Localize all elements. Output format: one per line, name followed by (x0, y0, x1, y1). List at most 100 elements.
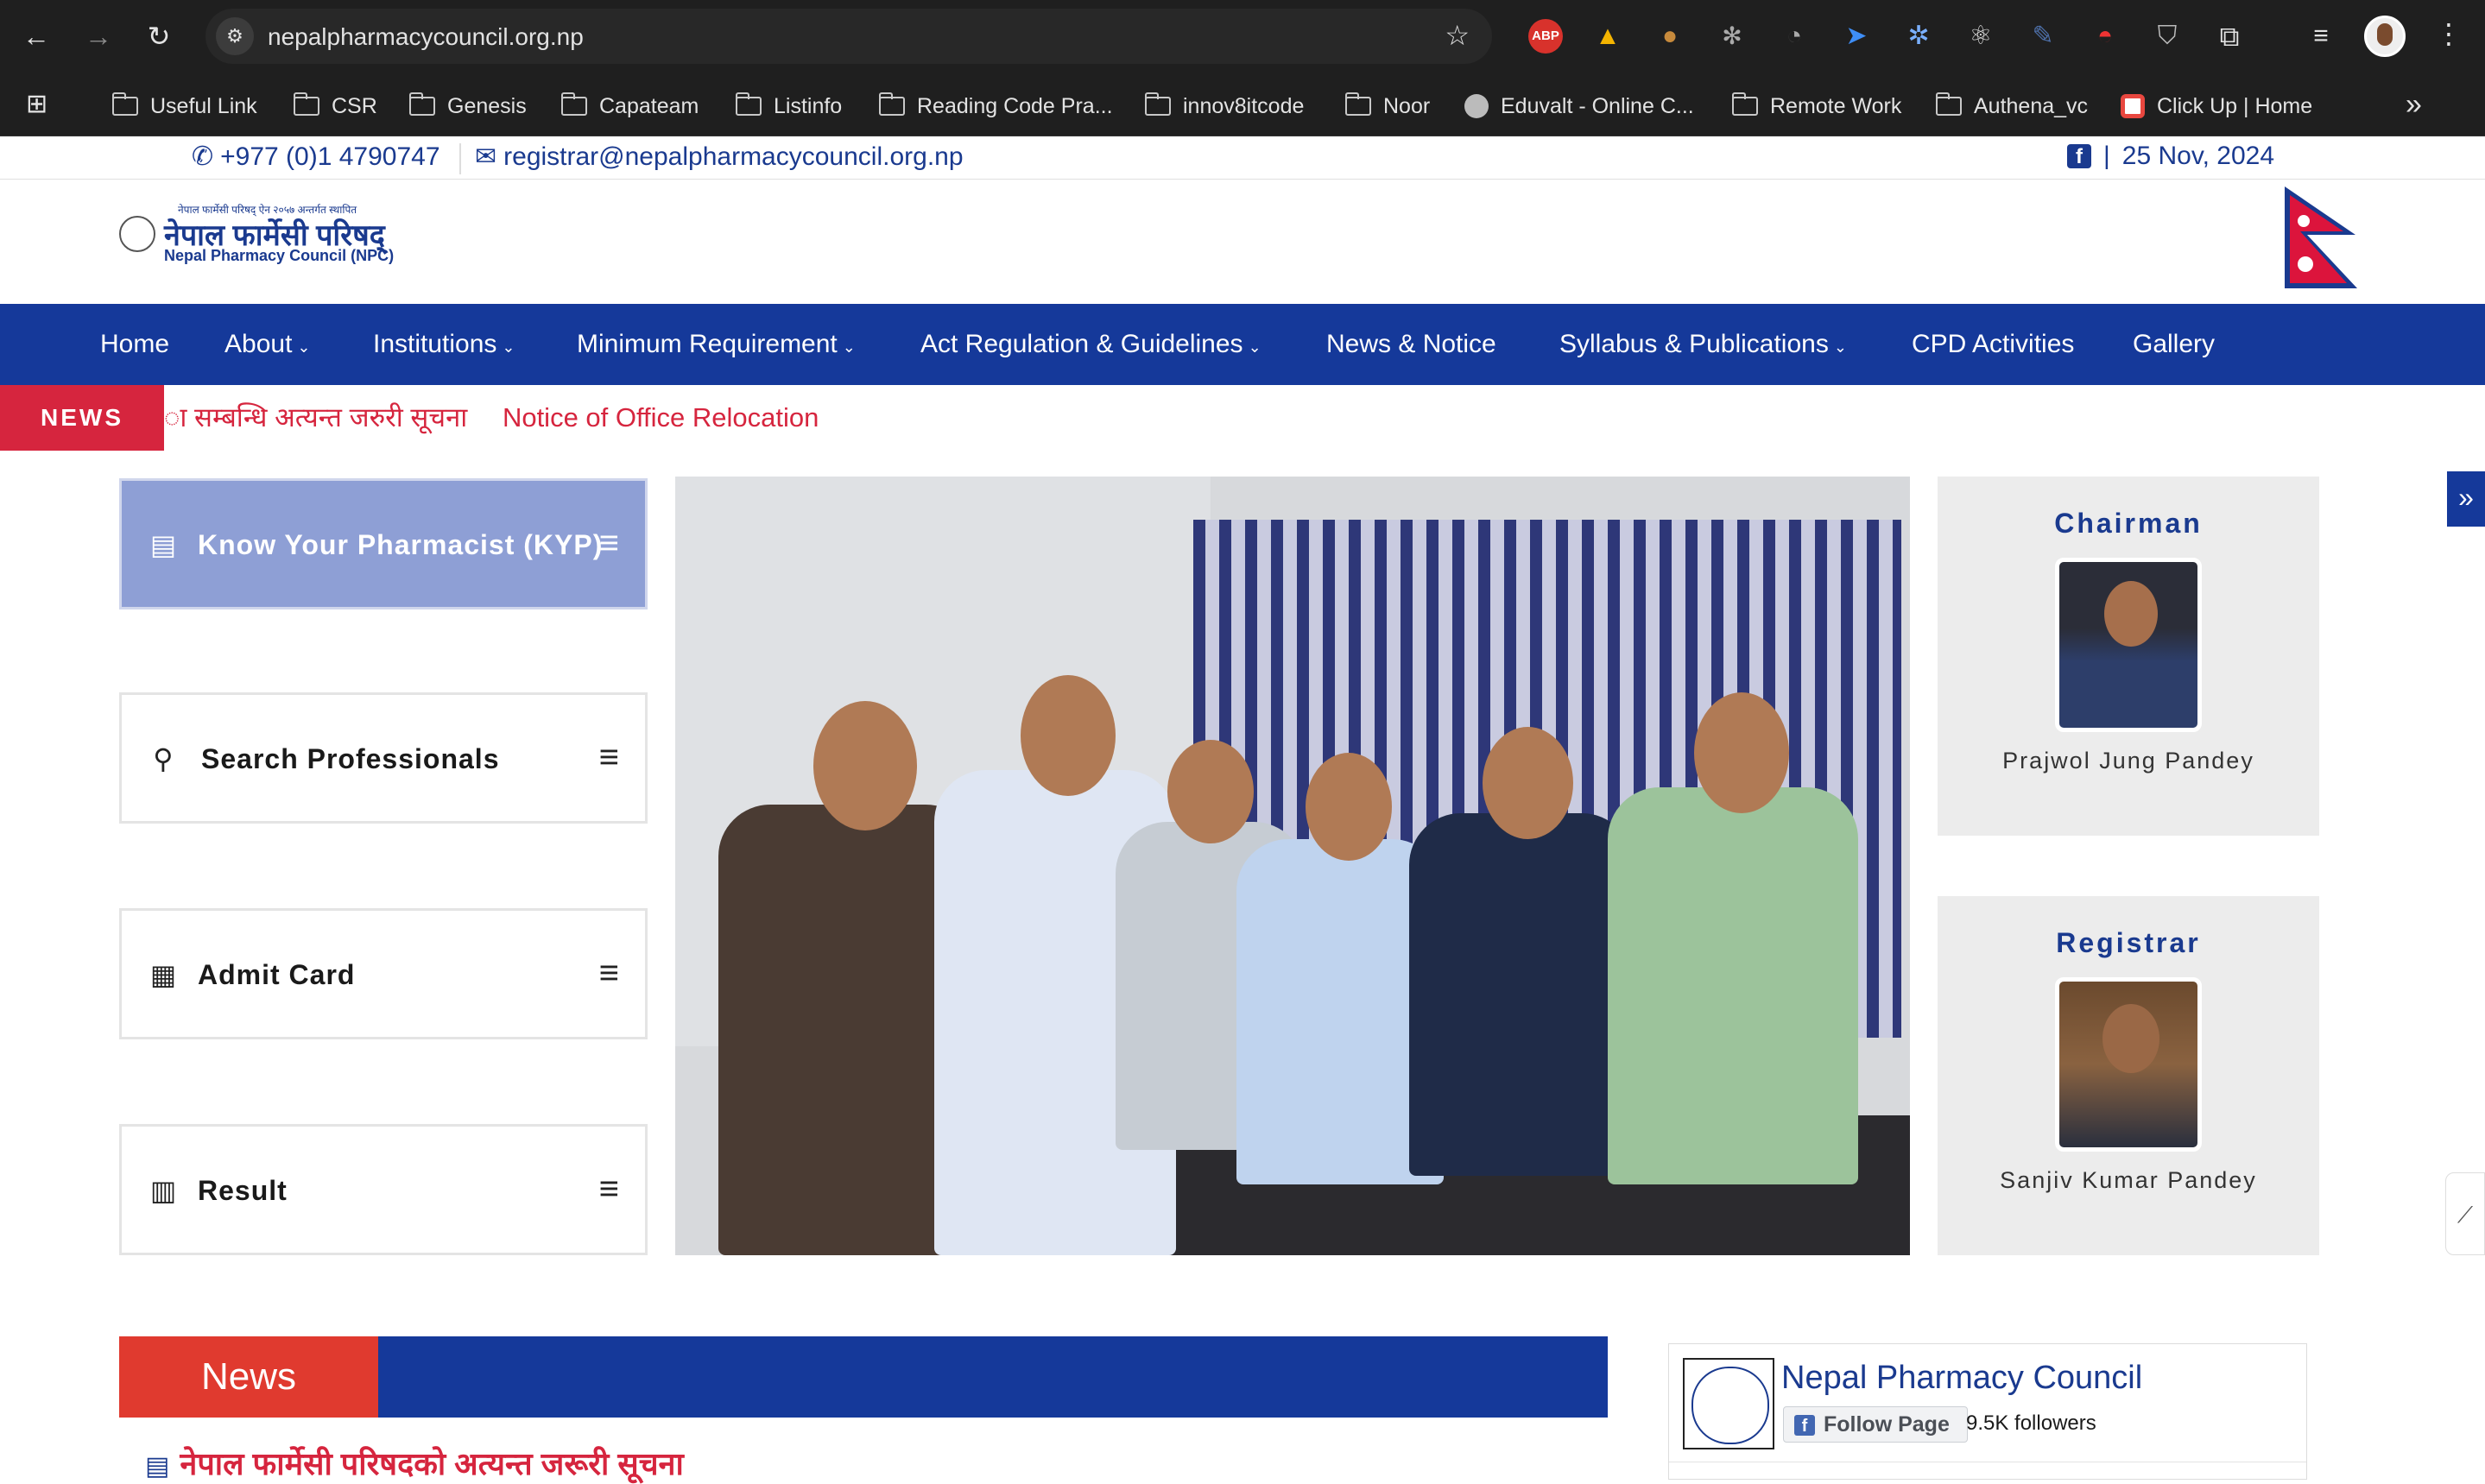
bookmark-remote-work[interactable]: Remote Work (1731, 92, 1901, 121)
chart-icon: ▥ (149, 1175, 177, 1206)
council-logo[interactable] (1683, 1358, 1774, 1449)
puzzle-blue-extension-icon[interactable]: ✲ (1901, 19, 1936, 54)
followers-count: 9.5K followers (1966, 1411, 2096, 1435)
globe-icon (1464, 94, 1489, 118)
send-extension-icon[interactable]: ➤ (1839, 19, 1874, 54)
facebook-icon[interactable]: f (2067, 144, 2091, 168)
nav-home[interactable]: Home (100, 330, 169, 359)
media-queue-icon[interactable]: ≡ (2304, 19, 2338, 54)
chairman-photo[interactable] (2055, 558, 2202, 732)
hamburger-icon: ≡ (598, 954, 619, 992)
result-card[interactable]: ▥ Result ≡ (119, 1124, 648, 1255)
book-icon: ▤ (149, 529, 177, 560)
drive-extension-icon[interactable]: ▲ (1590, 19, 1625, 54)
address-bar[interactable]: ⚙ nepalpharmacycouncil.org.np ☆ (206, 9, 1492, 64)
clickup-icon (2121, 94, 2145, 118)
reload-icon[interactable]: ↻ (140, 17, 178, 55)
admit-card-card[interactable]: ▦ Admit Card ≡ (119, 908, 648, 1039)
bookmark-noor[interactable]: Noor (1344, 92, 1430, 121)
bookmark-genesis[interactable]: Genesis (408, 92, 527, 121)
chairman-name: Prajwol Jung Pandey (2002, 748, 2254, 774)
nav-minimum-requirement[interactable]: Minimum Requirement ⌄ (577, 330, 856, 359)
news-ticker: NEWS ा सम्बन्धि अत्यन्त जरुरी सूचना Noti… (0, 385, 2485, 451)
profile-avatar[interactable] (2364, 16, 2406, 57)
phone-icon: ✆ (192, 142, 214, 171)
adblock-extension-icon[interactable]: ABP (1528, 19, 1563, 54)
folder-icon (293, 92, 319, 116)
logo-english-name: Nepal Pharmacy Council (NPC) (164, 247, 395, 264)
bookmark-capateam[interactable]: Capateam (560, 92, 699, 121)
grammar-extension-icon[interactable]: ◔ (1777, 19, 1812, 54)
sidebar-toggle-icon[interactable]: » (2447, 471, 2485, 527)
forward-icon[interactable]: → (79, 17, 117, 55)
date-area: f | 25 Nov, 2024 (2067, 142, 2274, 171)
follow-page-button[interactable]: Follow Page (1783, 1406, 1968, 1443)
more-bookmarks-icon[interactable]: » (2406, 88, 2422, 122)
ticker-item[interactable]: Notice of Office Relocation (503, 402, 819, 433)
divider (459, 143, 461, 174)
chevron-down-icon: ⌄ (502, 338, 515, 356)
floating-widget-icon[interactable]: ⟋ (2445, 1172, 2485, 1255)
folder-icon (1344, 92, 1371, 116)
bookmark-eduvalt[interactable]: Eduvalt - Online C... (1464, 92, 1694, 121)
search-icon: ⚲ (153, 743, 174, 774)
pokeball-extension-icon[interactable]: ◓ (2088, 19, 2122, 54)
hamburger-icon: ≡ (598, 738, 619, 776)
facebook-page-name[interactable]: Nepal Pharmacy Council (1781, 1360, 2142, 1397)
bookmark-innov8itcode[interactable]: innov8itcode (1144, 92, 1304, 121)
newspaper-icon: ▤ (145, 1452, 170, 1481)
nav-syllabus[interactable]: Syllabus & Publications ⌄ (1559, 330, 1847, 359)
folder-icon (1731, 92, 1758, 116)
kyp-label: Know Your Pharmacist (KYP) (198, 529, 604, 560)
ticker-item[interactable]: ा सम्बन्धि अत्यन्त जरुरी सूचना (164, 402, 467, 433)
news-ticker-label-overlay: NEWS (0, 385, 164, 451)
hero-slider-photo[interactable] (675, 477, 1910, 1255)
nav-act-regulation[interactable]: Act Regulation & Guidelines ⌄ (920, 330, 1261, 359)
shield-extension-icon[interactable]: ⛉ (2150, 19, 2185, 54)
nav-gallery[interactable]: Gallery (2133, 330, 2215, 359)
news-heading: News (119, 1336, 378, 1418)
admit-card-label: Admit Card (198, 959, 356, 990)
chrome-menu-icon[interactable]: ⋮ (2435, 17, 2463, 50)
nav-institutions[interactable]: Institutions ⌄ (373, 330, 515, 359)
bookmark-csr[interactable]: CSR (293, 92, 377, 121)
phone-link[interactable]: ✆ +977 (0)1 4790747 (192, 142, 440, 172)
cookie-extension-icon[interactable]: ● (1653, 19, 1687, 54)
chairman-title: Chairman (2054, 508, 2203, 539)
chevron-down-icon: ⌄ (842, 338, 856, 356)
hamburger-icon: ≡ (598, 1170, 619, 1208)
registrar-name: Sanjiv Kumar Pandey (2000, 1167, 2257, 1193)
react-extension-icon[interactable]: ⚛ (1963, 19, 1998, 54)
bookmark-reading-code[interactable]: Reading Code Pra... (878, 92, 1113, 121)
news-section-header: News (119, 1336, 1608, 1418)
apps-grid-icon[interactable]: ⊞ (26, 90, 55, 119)
back-icon[interactable]: ← (17, 17, 55, 55)
extensions-puzzle-icon[interactable]: ⧉ (2212, 19, 2247, 54)
chevron-down-icon: ⌄ (297, 338, 311, 356)
site-info-icon[interactable]: ⚙ (216, 17, 254, 55)
kyp-card[interactable]: ▤ Know Your Pharmacist (KYP) ≡ (119, 478, 648, 609)
facebook-page-widget: Nepal Pharmacy Council Follow Page 9.5K … (1668, 1343, 2307, 1480)
folder-icon (1144, 92, 1171, 116)
chevron-down-icon: ⌄ (1833, 338, 1847, 356)
edit-extension-icon[interactable]: ✎ (2026, 19, 2060, 54)
contact-bar: ✆ +977 (0)1 4790747 ✉ registrar@nepalpharm… (0, 136, 2485, 180)
search-professionals-label: Search Professionals (201, 743, 500, 774)
bookmark-star-icon[interactable]: ☆ (1445, 19, 1470, 52)
bookmark-listinfo[interactable]: Listinfo (735, 92, 842, 121)
search-professionals-card[interactable]: ⚲ Search Professionals ≡ (119, 692, 648, 824)
url-text[interactable]: nepalpharmacycouncil.org.np (268, 23, 584, 51)
nav-cpd-activities[interactable]: CPD Activities (1912, 330, 2074, 359)
folder-icon (1935, 92, 1962, 116)
nav-about[interactable]: About ⌄ (224, 330, 311, 359)
bookmark-authena[interactable]: Authena_vc (1935, 92, 2088, 121)
bookmark-useful-link[interactable]: Useful Link (111, 92, 257, 121)
site-logo[interactable]: नेपाल फार्मेसी परिषद् ऐन २०५७ अन्तर्गत स… (119, 199, 395, 268)
envelope-icon: ✉ (475, 142, 497, 171)
bookmark-clickup[interactable]: Click Up | Home (2121, 92, 2312, 121)
email-link[interactable]: ✉ registrar@nepalpharmacycouncil.org.np (475, 142, 964, 172)
news-list-item[interactable]: ▤ नेपाल फार्मेसी परिषदको अत्यन्त जरूरी सू… (145, 1442, 684, 1484)
registrar-photo[interactable] (2055, 977, 2202, 1152)
nav-news-notice[interactable]: News & Notice (1326, 330, 1496, 359)
bug-extension-icon[interactable]: ✻ (1715, 19, 1749, 54)
